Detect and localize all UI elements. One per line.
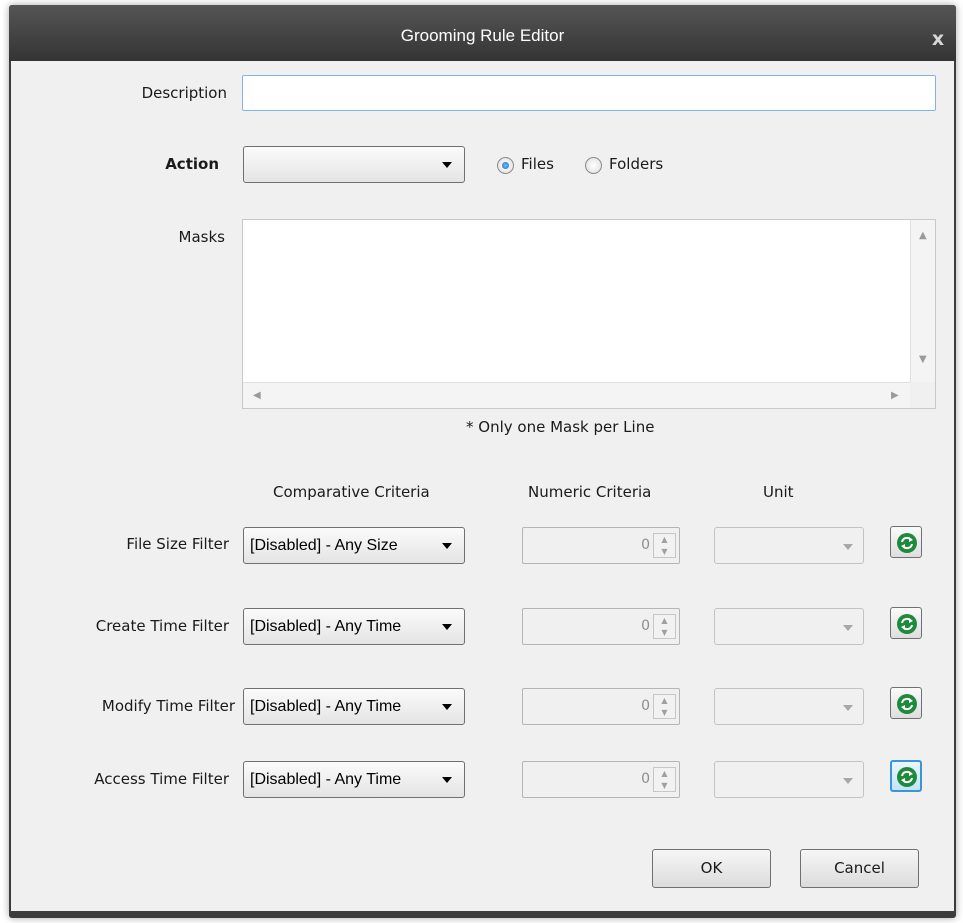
unit-header: Unit [763, 483, 794, 501]
scroll-left-icon[interactable]: ◀ [253, 390, 261, 401]
modify-time-spinner[interactable]: ▲ ▼ [653, 694, 676, 719]
close-icon[interactable]: x [926, 27, 950, 51]
masks-label: Masks [178, 228, 225, 246]
modify-time-comparative-value: [Disabled] - Any Time [250, 698, 402, 715]
create-time-spinner[interactable]: ▲ ▼ [653, 614, 676, 639]
window-title: Grooming Rule Editor [400, 26, 565, 45]
modify-time-unit-dropdown[interactable] [714, 688, 864, 725]
horizontal-scrollbar[interactable]: ◀ ▶ [243, 382, 910, 408]
scroll-corner [910, 382, 935, 408]
access-time-comparative-value: [Disabled] - Any Time [250, 771, 402, 788]
scroll-right-icon[interactable]: ▶ [891, 390, 899, 401]
file-size-numeric-input[interactable]: 0 ▲ ▼ [522, 527, 680, 564]
spin-up-icon[interactable]: ▲ [654, 768, 675, 779]
masks-hint: * Only one Mask per Line [466, 418, 655, 436]
chevron-down-icon [442, 162, 452, 168]
create-time-reset-button[interactable] [890, 607, 922, 639]
comparative-criteria-header: Comparative Criteria [273, 483, 430, 501]
access-time-unit-dropdown[interactable] [714, 761, 864, 798]
create-time-numeric-value: 0 [641, 618, 650, 634]
refresh-icon [897, 533, 917, 553]
modify-time-numeric-value: 0 [641, 698, 650, 714]
modify-time-filter-label: Modify Time Filter [101, 697, 235, 715]
numeric-criteria-header: Numeric Criteria [528, 483, 652, 501]
access-time-numeric-value: 0 [641, 771, 650, 787]
create-time-unit-dropdown[interactable] [714, 608, 864, 645]
chevron-down-icon [442, 624, 452, 630]
scroll-up-icon[interactable]: ▲ [919, 230, 927, 241]
chevron-down-icon [442, 543, 452, 549]
chevron-down-icon [442, 777, 452, 783]
spin-up-icon[interactable]: ▲ [654, 695, 675, 706]
create-time-numeric-input[interactable]: 0 ▲ ▼ [522, 608, 680, 645]
file-size-comparative-dropdown[interactable]: [Disabled] - Any Size [243, 527, 465, 564]
dialog-body: Description Action Files Folders Masks ▲… [11, 61, 954, 911]
refresh-icon [897, 694, 917, 714]
file-size-numeric-value: 0 [641, 537, 650, 553]
files-radio[interactable] [497, 157, 514, 174]
spin-down-icon[interactable]: ▼ [654, 780, 675, 791]
folders-radio[interactable] [585, 157, 602, 174]
description-input[interactable] [242, 75, 936, 111]
ok-button[interactable]: OK [652, 849, 771, 888]
access-time-reset-button[interactable] [890, 760, 922, 792]
dialog-window: Grooming Rule Editor x Description Actio… [9, 5, 956, 918]
access-time-spinner[interactable]: ▲ ▼ [653, 767, 676, 792]
action-label: Action [165, 155, 219, 173]
spin-up-icon[interactable]: ▲ [654, 615, 675, 626]
spin-down-icon[interactable]: ▼ [654, 627, 675, 638]
title-bar[interactable]: Grooming Rule Editor x [9, 5, 956, 61]
create-time-comparative-value: [Disabled] - Any Time [250, 618, 402, 635]
modify-time-comparative-dropdown[interactable]: [Disabled] - Any Time [243, 688, 465, 725]
refresh-icon [897, 767, 917, 787]
chevron-down-icon [442, 704, 452, 710]
masks-textarea[interactable]: ▲ ▼ ◀ ▶ [242, 219, 936, 409]
file-size-reset-button[interactable] [890, 526, 922, 558]
create-time-filter-label: Create Time Filter [95, 617, 229, 635]
modify-time-numeric-input[interactable]: 0 ▲ ▼ [522, 688, 680, 725]
access-time-comparative-dropdown[interactable]: [Disabled] - Any Time [243, 761, 465, 798]
spin-down-icon[interactable]: ▼ [654, 546, 675, 557]
chevron-down-icon [843, 625, 853, 631]
folders-radio-label[interactable]: Folders [609, 155, 663, 173]
file-size-unit-dropdown[interactable] [714, 527, 864, 564]
vertical-scrollbar[interactable]: ▲ ▼ [910, 220, 935, 384]
modify-time-reset-button[interactable] [890, 687, 922, 719]
file-size-comparative-value: [Disabled] - Any Size [250, 537, 398, 554]
action-dropdown[interactable] [243, 146, 465, 183]
scroll-down-icon[interactable]: ▼ [919, 354, 927, 365]
file-size-spinner[interactable]: ▲ ▼ [653, 533, 676, 558]
refresh-icon [897, 614, 917, 634]
file-size-filter-label: File Size Filter [126, 535, 229, 553]
access-time-filter-label: Access Time Filter [94, 770, 229, 788]
description-label: Description [141, 84, 227, 102]
files-radio-label[interactable]: Files [521, 155, 554, 173]
chevron-down-icon [843, 705, 853, 711]
cancel-button[interactable]: Cancel [800, 849, 919, 888]
spin-down-icon[interactable]: ▼ [654, 707, 675, 718]
access-time-numeric-input[interactable]: 0 ▲ ▼ [522, 761, 680, 798]
chevron-down-icon [843, 544, 853, 550]
spin-up-icon[interactable]: ▲ [654, 534, 675, 545]
create-time-comparative-dropdown[interactable]: [Disabled] - Any Time [243, 608, 465, 645]
chevron-down-icon [843, 778, 853, 784]
